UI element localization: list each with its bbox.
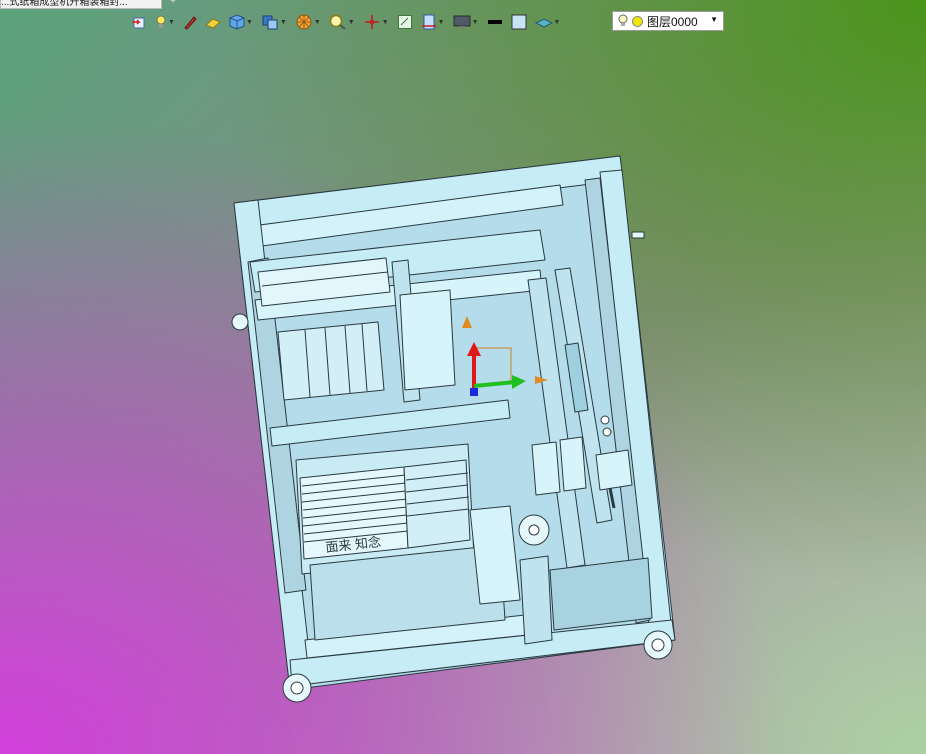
carton-machine-model <box>231 155 676 703</box>
cad-model-viewport[interactable]: 面来 知念 <box>0 0 926 754</box>
